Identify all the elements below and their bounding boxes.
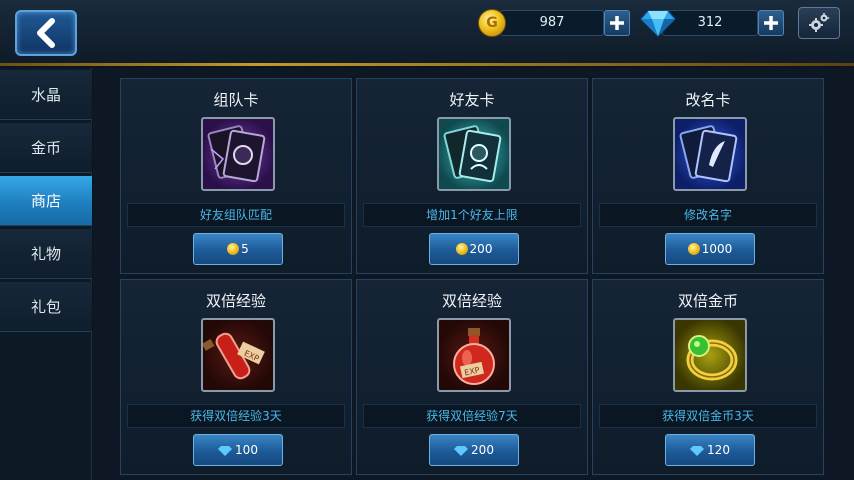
coin-balance: 987 G [478,9,632,37]
coin-icon [687,243,700,255]
item-description: 好友组队匹配 [127,203,345,227]
item-price: 100 [235,443,258,457]
item-title: 双倍金币 [677,292,738,310]
rename-card-icon[interactable] [673,117,747,191]
item-price: 1000 [701,242,733,256]
tab-packs[interactable]: 礼包 [0,282,92,332]
tab-crystal[interactable]: 水晶 [0,70,92,120]
tab-gifts[interactable]: 礼物 [0,229,92,279]
item-description: 增加1个好友上限 [363,203,581,227]
tab-shop[interactable]: 商店 [0,176,92,226]
shop-item-card: 改名卡 修改名字 1000 [592,78,824,274]
tab-label: 礼物 [30,245,61,263]
shop-item-card: 双倍金币 获得双倍金币3天 120 [592,279,824,475]
buy-button[interactable]: 5 [193,233,283,265]
tab-label: 金币 [30,139,61,157]
tab-gold[interactable]: 金币 [0,123,92,173]
buy-button[interactable]: 200 [429,233,519,265]
diamond-icon [640,10,676,37]
item-description: 获得双倍经验7天 [363,404,581,428]
tab-label: 商店 [30,192,61,210]
shop-item-card: 好友卡 增加1个好友上限 200 [356,78,588,274]
shop-panel: 组队卡 好友组队匹配 5 好友卡 增加1个好友上限 200 改名卡 修改名字 1… [93,68,854,480]
item-price: 200 [469,242,493,256]
item-title: 双倍经验 [441,292,502,310]
shop-item-card: 组队卡 好友组队匹配 5 [120,78,352,274]
back-button[interactable] [15,10,77,56]
item-price: 5 [241,242,249,256]
item-title: 组队卡 [213,91,259,109]
chevron-left-icon [37,18,55,48]
settings-button[interactable] [798,7,840,39]
coin-icon [455,243,468,255]
plus-icon [610,16,624,30]
friend-card-icon[interactable] [437,117,511,191]
exp-flask-icon[interactable]: EXP [437,318,511,392]
shop-item-card: 双倍经验 EXP 获得双倍经验7天 200 [356,279,588,475]
plus-icon [764,16,778,30]
item-title: 改名卡 [685,91,731,109]
item-price: 200 [471,443,494,457]
gem-balance: 312 [640,10,786,37]
tab-label: 礼包 [30,298,61,316]
category-sidebar: 水晶 金币 商店 礼物 礼包 [0,68,92,480]
diamond-icon [218,445,233,456]
shop-item-card: 双倍经验 EXP 获得双倍经验3天 100 [120,279,352,475]
item-description: 修改名字 [599,203,817,227]
buy-button[interactable]: 100 [193,434,283,466]
coin-icon: G [478,9,506,37]
item-title: 双倍经验 [205,292,266,310]
item-title: 好友卡 [449,91,495,109]
item-description: 获得双倍经验3天 [127,404,345,428]
add-coins-button[interactable] [604,10,630,36]
team-card-icon[interactable] [201,117,275,191]
coin-icon [227,243,240,255]
buy-button[interactable]: 120 [665,434,755,466]
tab-label: 水晶 [30,86,61,104]
top-bar: 987 G 312 [0,0,854,66]
gold-ring-icon[interactable] [673,318,747,392]
item-description: 获得双倍金币3天 [599,404,817,428]
add-gems-button[interactable] [758,10,784,36]
diamond-icon [690,445,705,456]
diamond-icon [454,445,469,456]
gear-icon [809,13,830,32]
buy-button[interactable]: 200 [429,434,519,466]
exp-vial-icon[interactable]: EXP [201,318,275,392]
coin-amount: 987 [500,10,604,36]
gem-amount: 312 [662,10,758,36]
buy-button[interactable]: 1000 [665,233,755,265]
item-price: 120 [707,443,730,457]
